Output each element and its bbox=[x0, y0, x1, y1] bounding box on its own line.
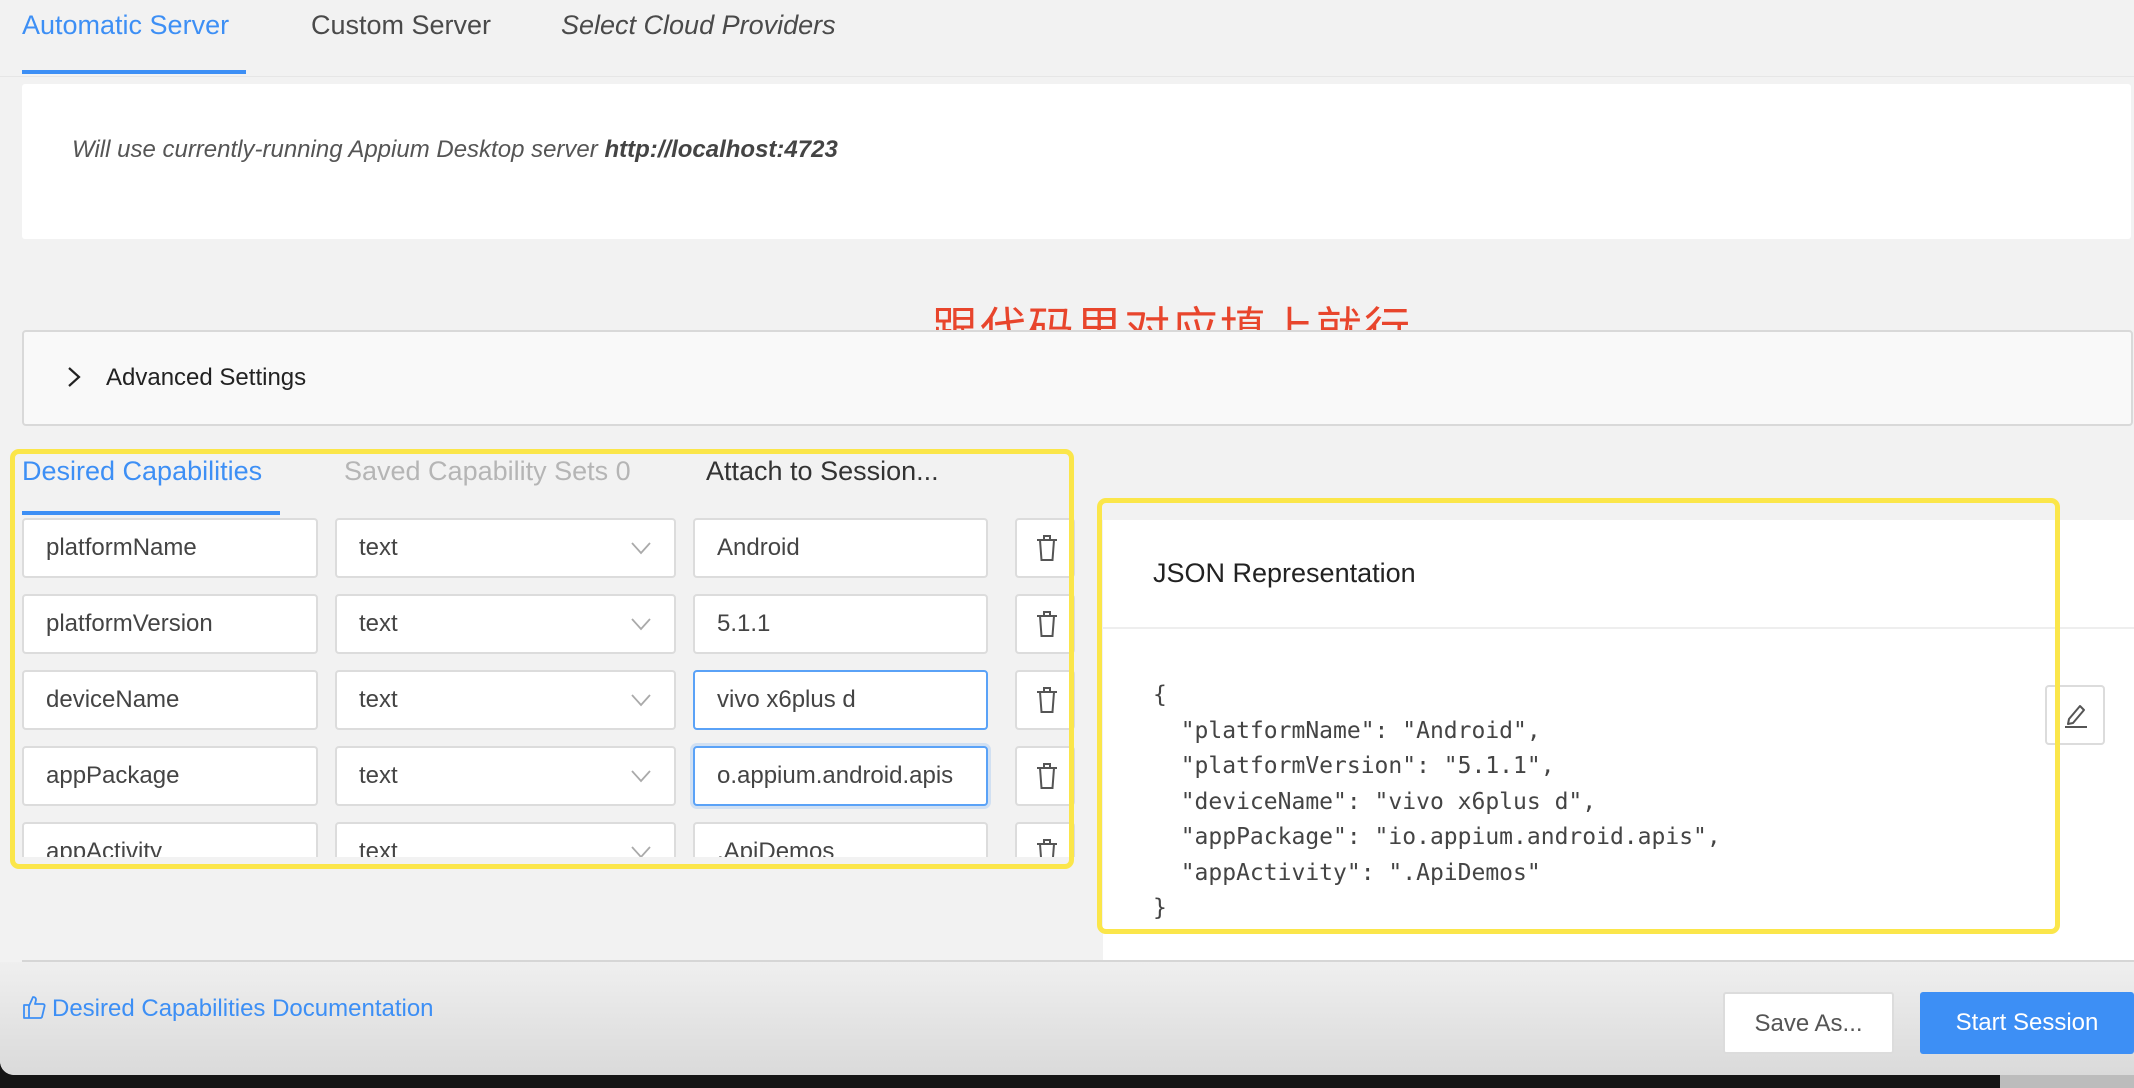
chevron-down-icon bbox=[631, 846, 651, 857]
capability-row: platformVersion text 5.1.1 bbox=[0, 594, 1090, 658]
capability-type-value: text bbox=[359, 534, 398, 561]
tab-select-cloud-providers[interactable]: Select Cloud Providers bbox=[561, 10, 836, 41]
delete-capability-button[interactable] bbox=[1015, 746, 1075, 806]
capability-row: platformName text Android bbox=[0, 518, 1090, 582]
capability-type-value: text bbox=[359, 838, 398, 857]
capability-type-value: text bbox=[359, 610, 398, 637]
server-info-text: Will use currently-running Appium Deskto… bbox=[72, 136, 838, 164]
doc-link-label: Desired Capabilities Documentation bbox=[52, 995, 434, 1022]
chevron-right-icon bbox=[68, 367, 81, 387]
capability-value-input[interactable]: 5.1.1 bbox=[693, 594, 988, 654]
capability-value-input[interactable]: vivo x6plus d bbox=[693, 670, 988, 730]
capability-name-input[interactable]: appActivity bbox=[22, 822, 318, 857]
trash-icon bbox=[1037, 687, 1057, 713]
active-capability-tab-indicator bbox=[22, 511, 280, 515]
capability-type-select[interactable]: text bbox=[335, 594, 676, 654]
footer-divider bbox=[22, 960, 2134, 962]
trash-icon bbox=[1037, 839, 1057, 857]
capability-name-input[interactable]: appPackage bbox=[22, 746, 318, 806]
capability-name-input[interactable]: platformVersion bbox=[22, 594, 318, 654]
capability-value-input[interactable]: .ApiDemos bbox=[693, 822, 988, 857]
advanced-settings-collapse[interactable]: Advanced Settings bbox=[22, 330, 2133, 426]
capability-type-select[interactable]: text bbox=[335, 746, 676, 806]
json-panel-divider bbox=[1103, 627, 2134, 629]
trash-icon bbox=[1037, 763, 1057, 789]
capability-type-value: text bbox=[359, 686, 398, 713]
json-representation-panel: JSON Representation { "platformName": "A… bbox=[1103, 520, 2134, 960]
background-desktop-fragment bbox=[2000, 1075, 2134, 1088]
trash-icon bbox=[1037, 611, 1057, 637]
server-info-prefix: Will use currently-running Appium Deskto… bbox=[72, 136, 605, 163]
capability-type-select[interactable]: text bbox=[335, 518, 676, 578]
tab-automatic-server[interactable]: Automatic Server bbox=[22, 10, 229, 41]
chevron-down-icon bbox=[631, 618, 651, 631]
capability-value-input[interactable]: o.appium.android.apis bbox=[693, 746, 988, 806]
json-code-view: { "platformName": "Android", "platformVe… bbox=[1153, 682, 1721, 921]
capability-value-input[interactable]: Android bbox=[693, 518, 988, 578]
capability-row: appPackage text o.appium.android.apis bbox=[0, 746, 1090, 810]
save-as-button[interactable]: Save As... bbox=[1723, 992, 1894, 1054]
session-window: Automatic Server Custom Server Select Cl… bbox=[0, 0, 2134, 1075]
active-tab-indicator bbox=[22, 70, 246, 74]
delete-capability-button[interactable] bbox=[1015, 670, 1075, 730]
start-session-button[interactable]: Start Session bbox=[1920, 992, 2134, 1054]
pencil-icon bbox=[2065, 705, 2087, 728]
capabilities-list: platformName text Android platformVersio… bbox=[0, 517, 1090, 857]
capability-name-input[interactable]: platformName bbox=[22, 518, 318, 578]
edit-json-button[interactable] bbox=[2045, 685, 2105, 745]
capability-type-select[interactable]: text bbox=[335, 822, 676, 857]
server-tabs: Automatic Server Custom Server Select Cl… bbox=[0, 0, 2134, 77]
desired-capabilities-doc-link[interactable]: Desired Capabilities Documentation bbox=[22, 994, 434, 1023]
server-url: http://localhost:4723 bbox=[604, 136, 838, 163]
trash-icon bbox=[1037, 535, 1057, 561]
capability-row: deviceName text vivo x6plus d bbox=[0, 670, 1090, 734]
tab-custom-server[interactable]: Custom Server bbox=[311, 10, 491, 41]
server-info-panel: Will use currently-running Appium Deskto… bbox=[22, 84, 2131, 239]
tab-saved-capability-sets[interactable]: Saved Capability Sets 0 bbox=[344, 456, 631, 487]
tab-desired-capabilities[interactable]: Desired Capabilities bbox=[22, 456, 262, 487]
delete-capability-button[interactable] bbox=[1015, 594, 1075, 654]
capability-name-input[interactable]: deviceName bbox=[22, 670, 318, 730]
capability-row: appActivity text .ApiDemos bbox=[0, 822, 1090, 857]
capability-type-select[interactable]: text bbox=[335, 670, 676, 730]
thumbs-up-icon bbox=[23, 996, 46, 1019]
chevron-down-icon bbox=[631, 770, 651, 783]
chevron-down-icon bbox=[631, 694, 651, 707]
delete-capability-button[interactable] bbox=[1015, 822, 1075, 857]
json-panel-title: JSON Representation bbox=[1153, 558, 1416, 588]
capability-type-value: text bbox=[359, 762, 398, 789]
delete-capability-button[interactable] bbox=[1015, 518, 1075, 578]
chevron-down-icon bbox=[631, 542, 651, 555]
advanced-settings-label: Advanced Settings bbox=[106, 364, 307, 391]
tab-attach-to-session[interactable]: Attach to Session... bbox=[706, 456, 939, 487]
